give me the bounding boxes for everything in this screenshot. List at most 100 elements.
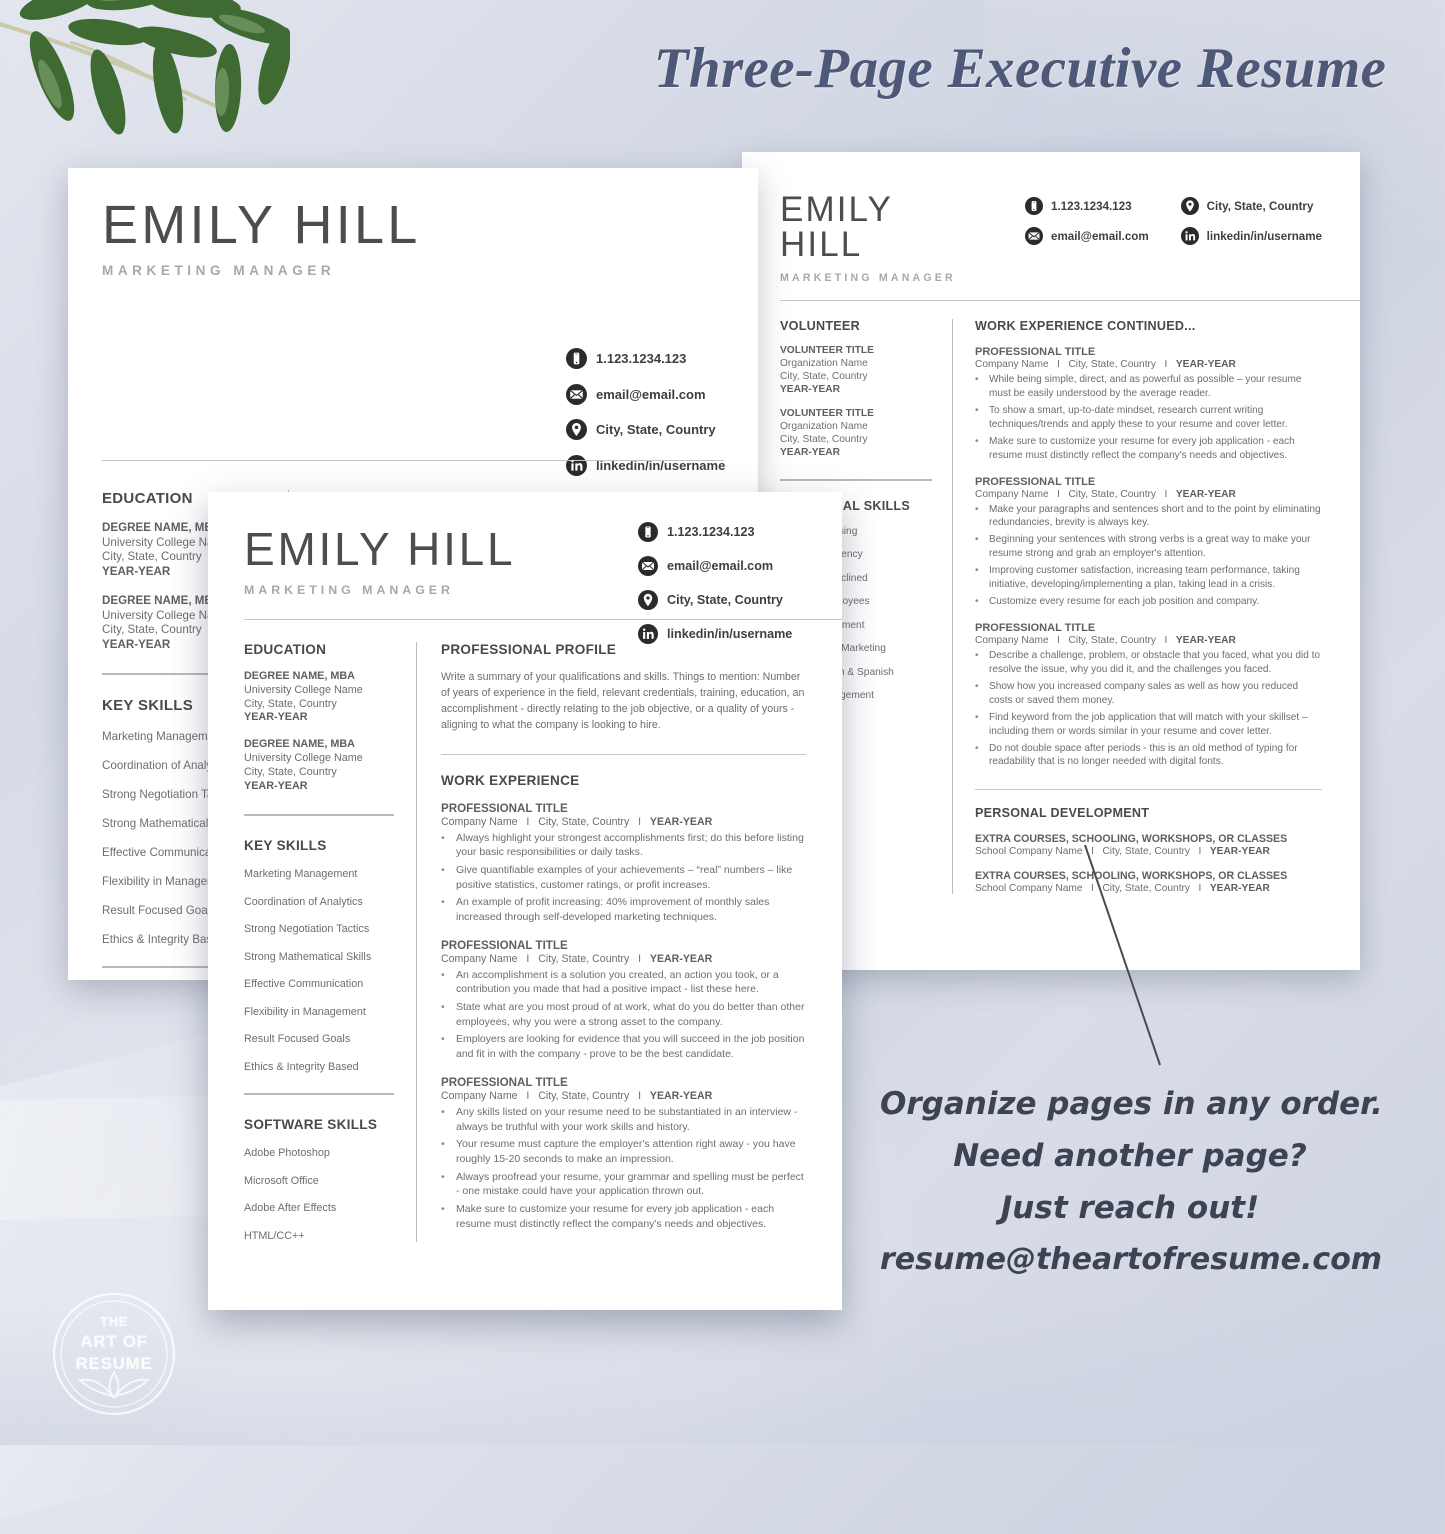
- job-bullet: • Find keyword from the job application t…: [975, 711, 1308, 737]
- education-entry: DEGREE NAME, MBA University College Name…: [244, 738, 394, 793]
- phone-icon: [638, 522, 658, 542]
- job-bullet: • Show how you increased company sales as…: [975, 680, 1299, 706]
- logo-line-1: THE: [100, 1314, 128, 1329]
- promo-text: Organize pages in any order. Need anothe…: [880, 1086, 1383, 1277]
- contact-email-p2: email@email.com: [1025, 227, 1149, 245]
- contact-location-text-p2: City, State, Country: [1206, 199, 1314, 213]
- contact-phone-p2: 1.123.1234.123: [1025, 197, 1149, 215]
- location-pin-icon: [638, 590, 658, 610]
- meta-separator: I: [1164, 634, 1168, 646]
- contact-location-p3: City, State, Country: [638, 590, 838, 610]
- education-school: University College Name: [244, 683, 363, 696]
- job-bullet: • To show a smart, up-to-date mindset, re…: [975, 404, 1288, 430]
- linkedin-icon: [1180, 227, 1199, 245]
- contact-phone-p1: 1.123.1234.123: [566, 348, 758, 369]
- job-bullet: • Describe a challenge, problem, or obsta…: [975, 649, 1321, 675]
- education-location: City, State, Country: [244, 765, 337, 778]
- job-title: PROFESSIONAL TITLE: [441, 1075, 568, 1089]
- contact-block-p3: 1.123.1234.123 email@email.com City, Sta…: [638, 522, 838, 658]
- job-bullet: • Give quantifiable examples of your achi…: [441, 863, 793, 891]
- section-divider-p3: [244, 1092, 394, 1095]
- volunteer-title: VOLUNTEER TITLE: [780, 345, 874, 356]
- job-bullet: • Beginning your sentences with strong ve…: [975, 534, 1311, 560]
- job-years: YEAR-YEAR: [1175, 634, 1236, 646]
- contact-linkedin-p2: linkedin/in/username: [1180, 227, 1322, 245]
- section-work-p3: WORK EXPERIENCE: [441, 772, 580, 788]
- job-location: City, State, Country: [1068, 359, 1157, 370]
- education-location: City, State, Country: [244, 697, 337, 710]
- pd-school: School Company Name: [975, 883, 1083, 895]
- job-company: Company Name: [975, 634, 1049, 646]
- education-years: YEAR-YEAR: [244, 779, 308, 792]
- contact-email-p1: email@email.com: [566, 383, 758, 405]
- job-bullet: • Always proofread your resume, your gram…: [441, 1170, 804, 1198]
- contact-location-p2: City, State, Country: [1180, 197, 1322, 215]
- meta-separator: I: [1057, 359, 1060, 370]
- section-divider-p2: [780, 479, 932, 482]
- contact-linkedin-text-p3: linkedin/in/username: [667, 627, 793, 641]
- meta-separator: I: [1091, 846, 1094, 858]
- job-title: PROFESSIONAL TITLE: [441, 938, 568, 952]
- job-entry: PROFESSIONAL TITLE Company Name I City, …: [975, 622, 1322, 769]
- meta-separator: I: [526, 815, 530, 828]
- linkedin-icon: [638, 624, 658, 644]
- section-divider-p3: [244, 813, 394, 816]
- job-meta: Company Name I City, State, Country I YE…: [975, 635, 1322, 646]
- job-company: Company Name: [975, 488, 1049, 500]
- contact-phone-text-p2: 1.123.1234.123: [1051, 199, 1132, 213]
- job-title: PROFESSIONAL TITLE: [975, 621, 1096, 634]
- promo-line-1: Organize pages in any order.: [880, 1086, 1383, 1122]
- job-location: City, State, Country: [1068, 634, 1157, 646]
- meta-separator: I: [1164, 359, 1168, 370]
- job-title: PROFESSIONAL TITLE: [975, 475, 1096, 488]
- job-bullet: • An example of profit increasing: 40% im…: [441, 896, 770, 923]
- contact-location-p1: City, State, Country: [566, 419, 758, 440]
- contact-email-text-p3: email@email.com: [667, 559, 774, 573]
- resume-name-p2: EMILY HILL: [780, 190, 893, 264]
- brand-watermark-logo: THE ART OF RESUME: [48, 1288, 180, 1420]
- linkedin-icon: [566, 454, 587, 476]
- location-pin-icon: [1180, 197, 1199, 215]
- job-bullet: • Always highlight your strongest accompl…: [441, 831, 804, 859]
- meta-separator: I: [638, 952, 642, 965]
- education-degree: DEGREE NAME, MBA: [244, 738, 355, 751]
- job-entry: PROFESSIONAL TITLE Company Name I City, …: [975, 346, 1322, 463]
- section-personal-development-p2: PERSONAL DEVELOPMENT: [975, 806, 1150, 821]
- pd-meta: School Company Name I City, State, Count…: [975, 883, 1322, 894]
- resume-page-3[interactable]: EMILY HILL MARKETING MANAGER 1.123.1234.…: [208, 492, 842, 1310]
- resume-role-p1: MARKETING MANAGER: [102, 263, 336, 278]
- pd-title: EXTRA COURSES, SCHOOLING, WORKSHOPS, OR …: [975, 833, 1288, 846]
- job-bullet: • State what are you most proud of at wor…: [441, 1001, 805, 1028]
- contact-linkedin-p3: linkedin/in/username: [638, 624, 838, 644]
- job-title: PROFESSIONAL TITLE: [975, 346, 1096, 358]
- volunteer-entry: VOLUNTEER TITLE Organization Name City, …: [780, 407, 932, 459]
- pd-years: YEAR-YEAR: [1209, 846, 1270, 858]
- background-gradient-bottom: [0, 1295, 1445, 1445]
- job-bullet: • Improving customer satisfaction, increa…: [975, 565, 1300, 591]
- logo-line-2: ART OF: [80, 1332, 148, 1351]
- contact-phone-p3: 1.123.1234.123: [638, 522, 838, 542]
- skill-item: Result Focused Goals: [244, 1033, 351, 1045]
- job-location: City, State, Country: [538, 815, 630, 828]
- contact-block-p1: 1.123.1234.123 email@email.com City, Sta…: [566, 348, 758, 490]
- job-meta: Company Name I City, State, Country I YE…: [441, 953, 806, 965]
- meta-separator: I: [1164, 488, 1168, 500]
- skill-item: Marketing Management: [244, 868, 358, 880]
- section-divider-p3: [441, 753, 806, 755]
- job-years: YEAR-YEAR: [1175, 488, 1236, 500]
- promo-email: resume@theartofresume.com: [880, 1242, 1383, 1277]
- pd-location: City, State, Country: [1102, 883, 1191, 895]
- job-bullet: • Any skills listed on your resume need t…: [441, 1105, 798, 1133]
- education-years: YEAR-YEAR: [244, 711, 308, 724]
- job-meta: Company Name I City, State, Country I YE…: [441, 1090, 806, 1102]
- skill-item: HTML/CC++: [244, 1229, 305, 1242]
- phone-icon: [566, 348, 587, 369]
- job-location: City, State, Country: [538, 952, 630, 965]
- contact-email-text-p2: email@email.com: [1051, 229, 1149, 243]
- education-school: University College Name: [244, 752, 363, 765]
- job-company: Company Name: [975, 359, 1049, 370]
- page-title: Three-Page Executive Resume: [653, 37, 1387, 100]
- contact-email-p3: email@email.com: [638, 556, 838, 576]
- volunteer-title: VOLUNTEER TITLE: [780, 408, 874, 420]
- meta-separator: I: [638, 1089, 642, 1102]
